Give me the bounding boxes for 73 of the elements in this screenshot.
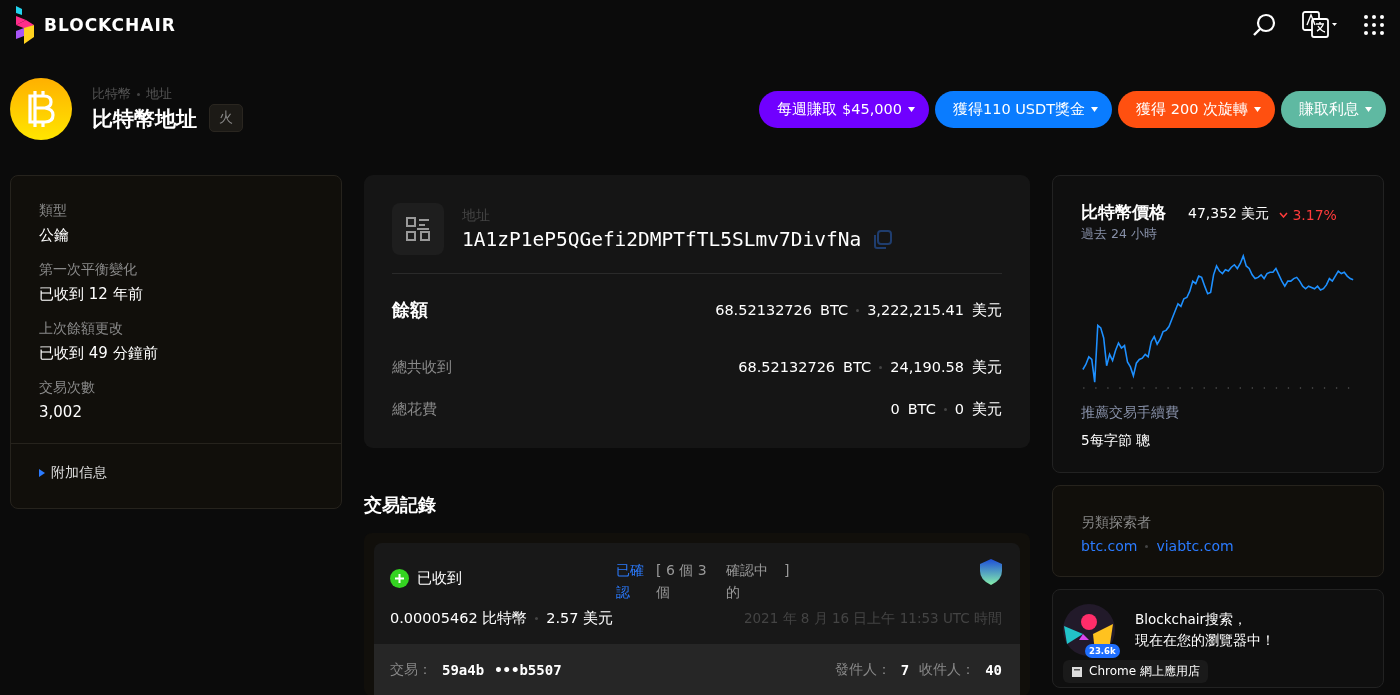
balance-label: 總共收到	[392, 357, 452, 377]
info-label: 類型	[39, 202, 68, 220]
hash-label: 交易：	[390, 661, 432, 679]
plus-circle-icon	[390, 569, 409, 588]
fee-label: 推薦交易手續費	[1081, 404, 1180, 422]
btc-amount: 68.52132726	[738, 359, 836, 375]
qr-button[interactable]	[392, 203, 444, 255]
btc-unit: BTC	[820, 302, 849, 318]
confirmation-text: 確認中的	[726, 561, 769, 602]
caret-icon	[1254, 106, 1261, 112]
logo-icon	[14, 6, 36, 44]
confirmed-text: 已確認	[616, 561, 645, 602]
hash-end[interactable]: •••b5507	[494, 662, 562, 678]
store-icon	[1071, 665, 1083, 678]
status-text: 已收到	[417, 569, 462, 588]
balance-label: 總花費	[392, 399, 437, 419]
tag: 火	[209, 104, 243, 132]
info-label: 上次餘額更改	[39, 320, 124, 338]
price-value: 47,352 美元	[1188, 205, 1270, 223]
caret-icon	[1091, 106, 1099, 112]
info-label: 第一次平衡變化	[39, 261, 138, 279]
explorer-link[interactable]: btc.com	[1081, 538, 1138, 554]
confirmation-count: [ 6 個 3 個	[656, 561, 708, 602]
usd-unit: 美元	[972, 399, 1002, 419]
price-change: 3.17%	[1292, 207, 1337, 223]
btc-unit: BTC	[907, 401, 936, 417]
caret-icon	[1365, 106, 1372, 112]
chrome-store-button[interactable]: Chrome 網上應用店	[1063, 660, 1208, 683]
shield-icon	[980, 559, 1002, 585]
user-count-badge: 23.6k	[1085, 644, 1120, 658]
explorer-link[interactable]: viabtc.com	[1156, 538, 1234, 554]
fee-value: 5每字節 聰	[1081, 432, 1151, 450]
usd-amount: 0	[954, 401, 964, 417]
extension-logo-icon	[1063, 604, 1115, 656]
promo-button[interactable]: 每週賺取 $45,000	[759, 90, 929, 128]
period-text: 過去 24 小時	[1081, 226, 1158, 243]
btc-unit: BTC	[843, 359, 872, 375]
page-title: 比特幣地址	[92, 106, 197, 133]
promo-button[interactable]: 獲得110 USDT獎金	[934, 90, 1113, 128]
extension-promo-text: Blockchair搜索， 現在在您的瀏覽器中！	[1135, 610, 1275, 650]
usd-amount: 3,222,215.41	[867, 302, 964, 318]
btc-amount: 68.52132726	[715, 302, 813, 318]
address-value: 1A1zP1eP5QGefi2DMPTfTL5SLmv7DivfNa	[462, 228, 862, 251]
qr-code-icon	[405, 216, 431, 242]
explorers-title: 另類探索者	[1081, 514, 1152, 532]
senders-count: 7	[900, 662, 910, 678]
balance-label: 餘額	[392, 298, 428, 322]
receivers-label: 收件人：	[919, 661, 976, 679]
price-title: 比特幣價格	[1081, 202, 1166, 224]
info-value: 已收到 49 分鐘前	[39, 344, 159, 363]
senders-label: 發件人：	[834, 661, 891, 679]
receivers-count: 40	[985, 662, 1002, 678]
brand-name[interactable]: BLOCKCHAIR	[44, 15, 176, 35]
info-label: 交易次數	[39, 379, 96, 397]
usd-amount: 24,190.58	[890, 359, 964, 375]
info-value: 3,002	[39, 403, 83, 421]
btc-amount: 0	[890, 401, 900, 417]
info-value: 已收到 12 年前	[39, 285, 144, 304]
translate-icon[interactable]	[1302, 11, 1338, 39]
usd-amount: 2.57 美元	[546, 609, 614, 628]
hash-start[interactable]: 59a4b	[442, 662, 485, 678]
section-title: 交易記錄	[364, 493, 437, 517]
info-value: 公鑰	[39, 226, 70, 245]
usd-unit: 美元	[972, 300, 1002, 320]
triangle-icon	[39, 469, 45, 477]
bracket-text: ]	[784, 561, 790, 580]
additional-info-toggle[interactable]: 附加信息	[11, 444, 135, 508]
search-icon[interactable]	[1252, 13, 1276, 37]
apps-icon[interactable]	[1364, 15, 1384, 35]
usd-unit: 美元	[972, 357, 1002, 377]
caret-icon	[907, 106, 915, 112]
bitcoin-icon	[26, 91, 56, 127]
amount-text: 0.00005462 比特幣	[390, 609, 528, 628]
